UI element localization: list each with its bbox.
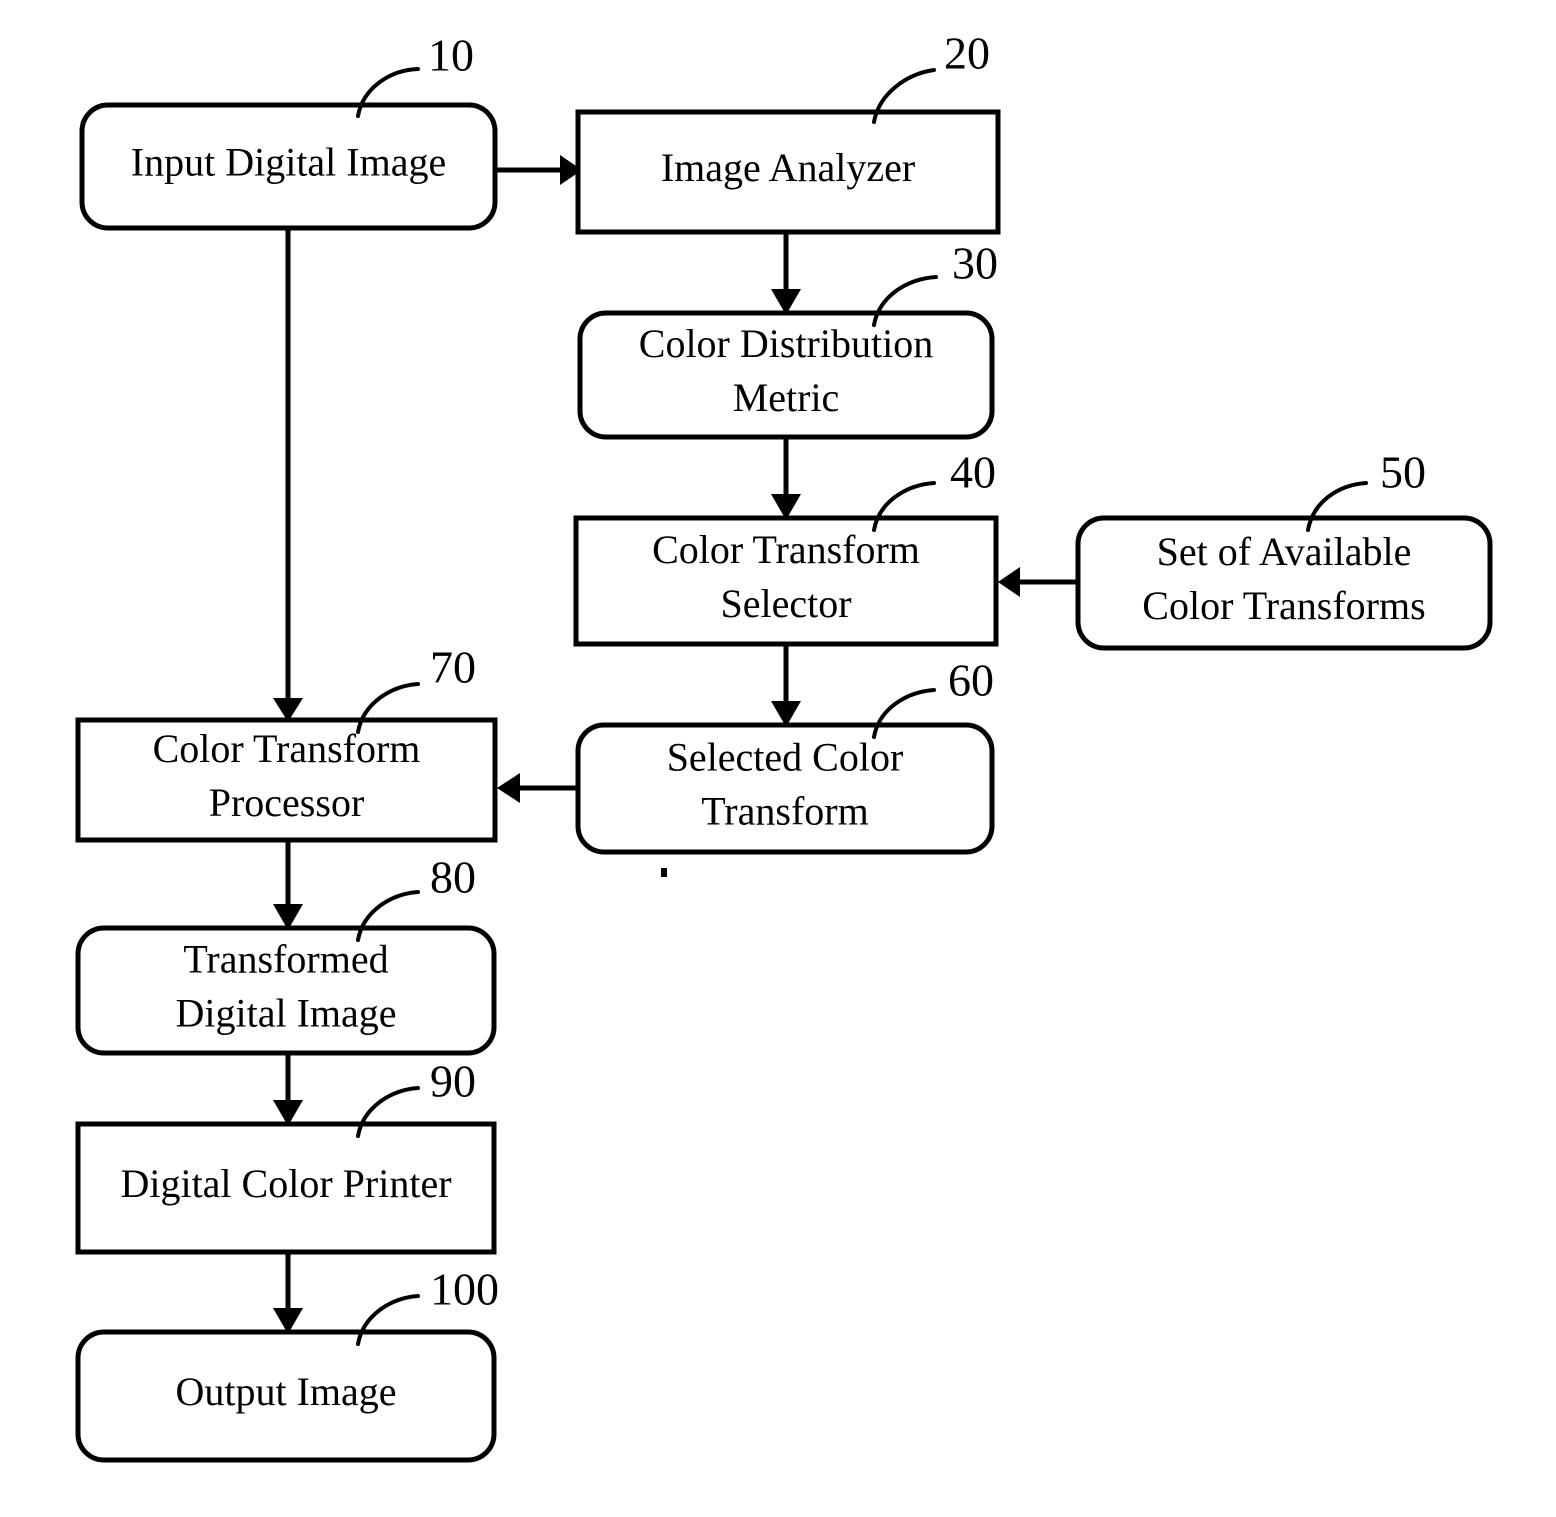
- node-input-digital-image: Input Digital Image: [79, 102, 498, 231]
- node-label-set-of-available-color-transforms: Color Transforms: [1142, 583, 1425, 628]
- reference-number-10: 10: [428, 30, 474, 81]
- node-label-transformed-digital-image: Digital Image: [175, 991, 396, 1036]
- node-color-transform-processor: Color Transform Processor: [75, 717, 498, 843]
- diagram-canvas: Input Digital Image Image Analyzer Color D…: [75, 28, 1493, 1463]
- connector-metric-to-selector: [771, 437, 801, 520]
- connector-selected-to-processor: [497, 773, 578, 803]
- scan-speck: [661, 868, 667, 877]
- arrow-head-left: [998, 567, 1020, 597]
- node-label-color-transform-processor: Color Transform: [153, 726, 421, 771]
- reference-number-80: 80: [430, 852, 476, 903]
- node-color-transform-selector: Color Transform Selector: [573, 515, 999, 647]
- node-label-image-analyzer: Image Analyzer: [661, 145, 915, 190]
- connector-available-to-selector: [998, 567, 1078, 597]
- connector-processor-to-transformed: [273, 840, 303, 930]
- node-color-distribution-metric: Color Distribution Metric: [577, 310, 995, 440]
- node-output-image: Output Image: [75, 1329, 497, 1463]
- connector-selector-to-selected: [771, 644, 801, 727]
- artifacts-layer: [661, 868, 667, 877]
- node-label-set-of-available-color-transforms: Set of Available: [1157, 529, 1412, 574]
- connector-printer-to-output: [273, 1252, 303, 1334]
- reference-number-100: 100: [430, 1264, 499, 1315]
- reference-number-70: 70: [430, 642, 476, 693]
- node-label-output-image: Output Image: [175, 1369, 396, 1414]
- connector-input-to-analyzer: [495, 155, 582, 185]
- patent-flow-diagram: Input Digital Image Image Analyzer Color D…: [0, 0, 1556, 1517]
- node-label-color-distribution-metric: Color Distribution: [639, 321, 933, 366]
- reference-number-60: 60: [948, 655, 994, 706]
- connector-analyzer-to-metric: [771, 232, 801, 315]
- connector-input-to-processor: [273, 228, 303, 722]
- reference-number-90: 90: [430, 1056, 476, 1107]
- reference-number-20: 20: [944, 28, 990, 79]
- node-label-transformed-digital-image: Transformed: [183, 937, 388, 982]
- reference-callout-20: 20: [872, 28, 990, 124]
- node-selected-color-transform: Selected Color Transform: [575, 722, 995, 855]
- connector-transformed-to-printer: [273, 1053, 303, 1126]
- node-label-color-distribution-metric: Metric: [733, 375, 840, 420]
- node-label-color-transform-selector: Color Transform: [652, 527, 920, 572]
- node-transformed-digital-image: Transformed Digital Image: [75, 925, 497, 1056]
- node-set-of-available-color-transforms: Set of Available Color Transforms: [1075, 515, 1493, 651]
- reference-number-30: 30: [952, 238, 998, 289]
- node-label-selected-color-transform: Transform: [701, 789, 868, 834]
- node-label-input-digital-image: Input Digital Image: [131, 140, 446, 185]
- node-label-selected-color-transform: Selected Color: [667, 735, 904, 780]
- node-label-color-transform-selector: Selector: [720, 581, 851, 626]
- node-label-digital-color-printer: Digital Color Printer: [120, 1161, 451, 1206]
- node-label-color-transform-processor: Processor: [209, 780, 365, 825]
- node-digital-color-printer: Digital Color Printer: [75, 1121, 497, 1255]
- arrow-head-left: [497, 773, 520, 803]
- reference-number-50: 50: [1380, 447, 1426, 498]
- reference-number-40: 40: [950, 447, 996, 498]
- node-image-analyzer: Image Analyzer: [575, 109, 1001, 235]
